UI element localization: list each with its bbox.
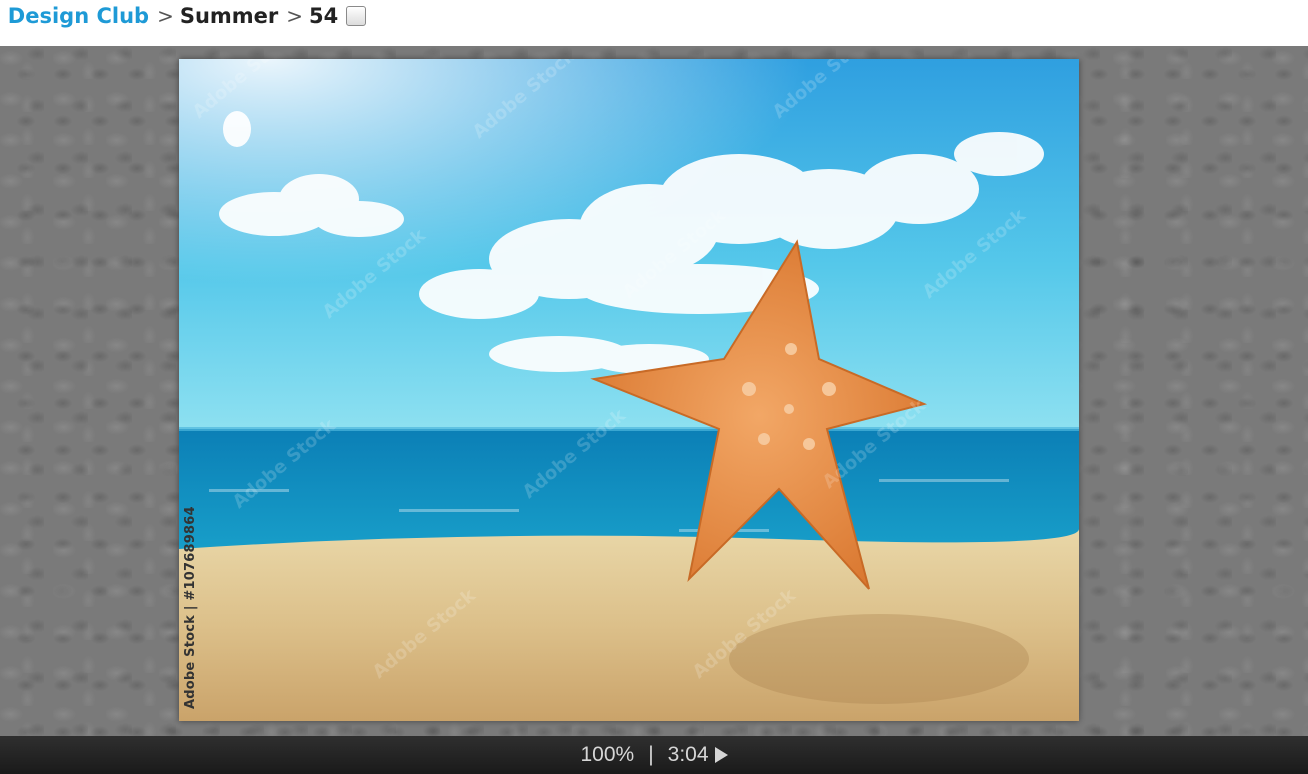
breadcrumb-bar: s Design Club > Summer > 54: [0, 0, 1308, 46]
slideshow-time: 3:04: [667, 743, 709, 766]
play-icon[interactable]: [714, 747, 728, 763]
status-bar: 100% | 3:04: [0, 736, 1308, 774]
stock-photo-caption: Adobe Stock | #107689864: [183, 506, 198, 709]
status-divider: |: [648, 743, 654, 766]
breadcrumb-separator: >: [286, 4, 304, 28]
breadcrumb-link-design-club[interactable]: s Design Club: [0, 4, 149, 28]
photo[interactable]: Adobe Stock Adobe Stock Adobe Stock Adob…: [179, 59, 1079, 721]
zoom-level[interactable]: 100%: [580, 743, 634, 767]
breadcrumb-item-summer[interactable]: Summer: [180, 4, 278, 28]
breadcrumb-item-current: 54: [309, 4, 339, 28]
select-checkbox[interactable]: [346, 6, 367, 26]
image-viewer[interactable]: Adobe Stock Adobe Stock Adobe Stock Adob…: [0, 46, 1308, 736]
breadcrumb-separator: >: [157, 4, 174, 28]
breadcrumb: s Design Club > Summer > 54: [0, 4, 367, 28]
starfish-beach-photo: Adobe Stock Adobe Stock Adobe Stock Adob…: [179, 59, 1079, 721]
